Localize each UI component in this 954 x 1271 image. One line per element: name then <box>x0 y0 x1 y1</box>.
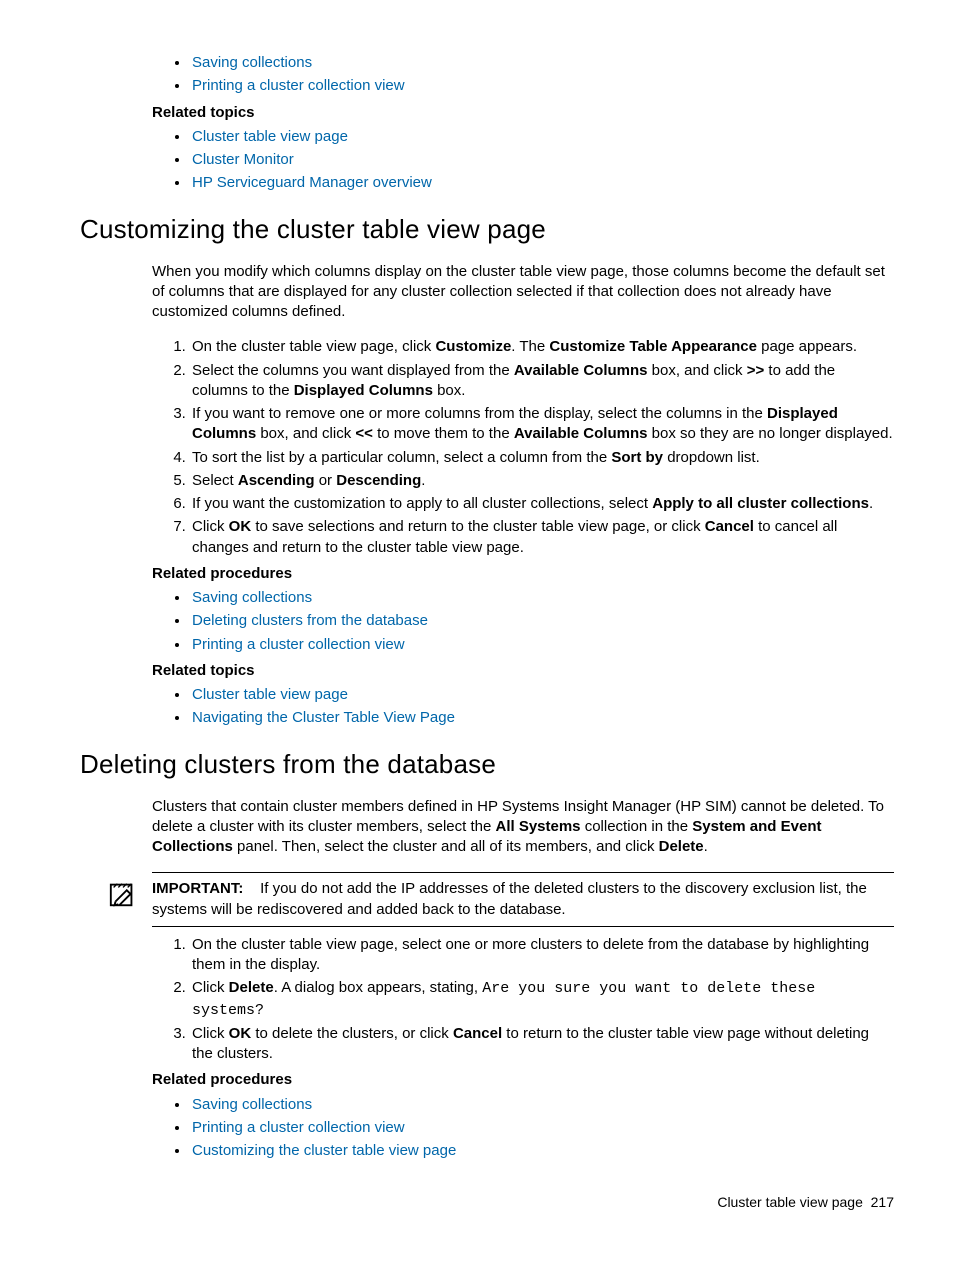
list-item: Cluster table view page <box>190 685 894 705</box>
heading-customizing: Customizing the cluster table view page <box>80 212 894 247</box>
important-note: IMPORTANT: If you do not add the IP addr… <box>152 872 894 927</box>
step-4: To sort the list by a particular column,… <box>190 448 894 468</box>
step-1: On the cluster table view page, select o… <box>190 935 894 976</box>
link-saving-collections[interactable]: Saving collections <box>192 589 312 606</box>
list-item: Cluster Monitor <box>190 150 894 170</box>
link-cluster-monitor[interactable]: Cluster Monitor <box>192 151 294 168</box>
related-procedures-heading: Related procedures <box>152 1070 894 1090</box>
sec2-steps: On the cluster table view page, select o… <box>152 935 894 1065</box>
link-printing-cluster-collection-view[interactable]: Printing a cluster collection view <box>192 77 405 94</box>
heading-deleting: Deleting clusters from the database <box>80 747 894 782</box>
link-printing-cluster-collection-view[interactable]: Printing a cluster collection view <box>192 636 405 653</box>
sec2-body: Clusters that contain cluster members de… <box>152 797 894 858</box>
step-2: Select the columns you want displayed fr… <box>190 361 894 402</box>
sec1-body: When you modify which columns display on… <box>152 262 894 729</box>
sec1-intro: When you modify which columns display on… <box>152 262 894 323</box>
step-2: Click Delete. A dialog box appears, stat… <box>190 978 894 1021</box>
link-navigating-cluster-table-view-page[interactable]: Navigating the Cluster Table View Page <box>192 709 455 726</box>
link-printing-cluster-collection-view[interactable]: Printing a cluster collection view <box>192 1119 405 1136</box>
link-cluster-table-view-page[interactable]: Cluster table view page <box>192 686 348 703</box>
important-icon <box>108 879 138 909</box>
step-6: If you want the customization to apply t… <box>190 494 894 514</box>
step-1: On the cluster table view page, click Cu… <box>190 337 894 357</box>
step-7: Click OK to save selections and return t… <box>190 517 894 558</box>
link-customizing-cluster-table-view-page[interactable]: Customizing the cluster table view page <box>192 1142 456 1159</box>
link-saving-collections[interactable]: Saving collections <box>192 54 312 71</box>
step-3: If you want to remove one or more column… <box>190 404 894 445</box>
link-cluster-table-view-page[interactable]: Cluster table view page <box>192 128 348 145</box>
sec1-steps: On the cluster table view page, click Cu… <box>152 337 894 558</box>
list-item: Printing a cluster collection view <box>190 1118 894 1138</box>
top-link-list-1: Saving collections Printing a cluster co… <box>152 53 894 97</box>
list-item: Deleting clusters from the database <box>190 611 894 631</box>
list-item: Saving collections <box>190 53 894 73</box>
related-procedures-heading: Related procedures <box>152 564 894 584</box>
list-item: Printing a cluster collection view <box>190 635 894 655</box>
top-section: Saving collections Printing a cluster co… <box>152 53 894 194</box>
top-link-list-2: Cluster table view page Cluster Monitor … <box>152 127 894 194</box>
list-item: Printing a cluster collection view <box>190 76 894 96</box>
link-hp-serviceguard-manager-overview[interactable]: HP Serviceguard Manager overview <box>192 174 432 191</box>
note-text: IMPORTANT: If you do not add the IP addr… <box>152 879 894 920</box>
list-item: Customizing the cluster table view page <box>190 1141 894 1161</box>
list-item: Navigating the Cluster Table View Page <box>190 708 894 728</box>
page-number: 217 <box>871 1194 894 1210</box>
step-3: Click OK to delete the clusters, or clic… <box>190 1024 894 1065</box>
list-item: Saving collections <box>190 588 894 608</box>
page-footer: Cluster table view page 217 <box>80 1193 894 1212</box>
list-item: Cluster table view page <box>190 127 894 147</box>
sec2-proc-list: Saving collections Printing a cluster co… <box>152 1095 894 1162</box>
sec1-proc-list: Saving collections Deleting clusters fro… <box>152 588 894 655</box>
link-saving-collections[interactable]: Saving collections <box>192 1096 312 1113</box>
sec2-intro: Clusters that contain cluster members de… <box>152 797 894 858</box>
list-item: Saving collections <box>190 1095 894 1115</box>
step-5: Select Ascending or Descending. <box>190 471 894 491</box>
footer-text: Cluster table view page <box>717 1194 863 1210</box>
list-item: HP Serviceguard Manager overview <box>190 173 894 193</box>
link-deleting-clusters[interactable]: Deleting clusters from the database <box>192 612 428 629</box>
sec1-topic-list: Cluster table view page Navigating the C… <box>152 685 894 729</box>
sec2-body-cont: On the cluster table view page, select o… <box>152 935 894 1162</box>
related-topics-heading: Related topics <box>152 661 894 681</box>
related-topics-heading: Related topics <box>152 103 894 123</box>
